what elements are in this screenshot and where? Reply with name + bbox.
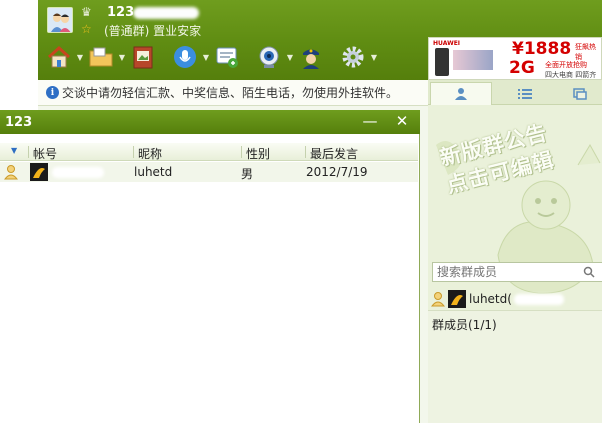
redacted-group-id — [133, 7, 199, 19]
popup-titlebar[interactable]: 123 — ✕ — [0, 110, 420, 134]
person-icon — [455, 88, 467, 100]
column-header-account[interactable]: 帐号 — [33, 145, 57, 161]
ad-line2: 四大电商 四箭齐发 — [545, 71, 597, 79]
webcam-icon[interactable] — [254, 42, 284, 72]
redacted-account — [52, 167, 104, 178]
right-panel: 新版群公告 点击可编辑 群成员(1/1) luhetd( — [428, 80, 602, 423]
column-header-last-speak[interactable]: 最后发言 — [310, 145, 358, 161]
member-avatar — [448, 290, 466, 308]
sort-down-icon[interactable]: ▼ — [11, 146, 17, 155]
list-icon — [518, 88, 532, 99]
column-separator — [28, 146, 29, 158]
police-icon[interactable] — [296, 42, 326, 72]
search-icon[interactable] — [583, 266, 595, 278]
member-list-item[interactable]: luhetd( — [431, 288, 564, 310]
chevron-down-icon[interactable]: ▼ — [116, 42, 128, 72]
tab-more[interactable] — [558, 82, 602, 105]
ad-tag: 狂飙热销 — [575, 43, 596, 61]
chevron-down-icon[interactable]: ▼ — [74, 42, 86, 72]
redacted-member-id — [513, 293, 564, 305]
qq-group-window: ♛ ☆ 123 (普通群) 置业安家 ▼ ▼ ▼ ▼ ▼ HUAWEI ¥188… — [0, 0, 602, 423]
home-icon[interactable] — [44, 42, 74, 72]
star-icon: ☆ — [81, 22, 92, 36]
chevron-down-icon[interactable]: ▼ — [200, 42, 212, 72]
popup-title: 123 — [5, 115, 33, 130]
member-name: luhetd( — [469, 292, 512, 306]
toolbar: ▼ ▼ ▼ ▼ ▼ — [44, 41, 380, 73]
cell-gender: 男 — [241, 167, 254, 181]
ad-line1: 全面开放抢购 — [545, 61, 587, 69]
chevron-down-icon[interactable]: ▼ — [368, 42, 380, 72]
member-search-box[interactable] — [432, 262, 602, 282]
close-button[interactable]: ✕ — [388, 110, 416, 132]
member-avatar — [30, 163, 48, 181]
gear-icon[interactable] — [338, 42, 368, 72]
column-separator — [241, 146, 242, 158]
member-role-icon — [431, 292, 445, 307]
ad-product-image — [453, 50, 493, 70]
member-popup-window: 123 — ✕ ▼ 帐号 昵称 性别 最后发言 luhetd 男 2012/7/… — [0, 110, 420, 423]
member-role-icon — [4, 165, 18, 180]
notice-text: 交谈中请勿轻信汇款、中奖信息、陌生电话，勿使用外挂软件。 — [62, 86, 399, 100]
notice-bar: i 交谈中请勿轻信汇款、中奖信息、陌生电话，勿使用外挂软件。 — [38, 80, 428, 106]
cell-nickname: luhetd — [134, 165, 173, 179]
members-count-title: 群成员(1/1) — [432, 318, 497, 332]
chevron-down-icon[interactable]: ▼ — [284, 42, 296, 72]
ad-badge: 2G — [509, 58, 535, 78]
member-grid-header: ▼ 帐号 昵称 性别 最后发言 — [0, 143, 418, 161]
minimize-button[interactable]: — — [356, 110, 384, 132]
folder-icon[interactable] — [86, 42, 116, 72]
column-header-nickname[interactable]: 昵称 — [138, 145, 162, 161]
group-name[interactable]: 123 — [107, 5, 134, 20]
ad-price: ¥1888 — [512, 39, 572, 59]
column-header-gender[interactable]: 性别 — [246, 145, 270, 161]
ad-phone-image — [435, 48, 449, 76]
crown-icon: ♛ — [81, 5, 92, 19]
ad-logo: HUAWEI — [433, 40, 461, 47]
tab-list[interactable] — [494, 82, 556, 105]
members-header: 群成员(1/1) — [428, 310, 602, 338]
window-edge — [0, 0, 38, 110]
group-type-label: (普通群) 置业安家 — [104, 24, 202, 38]
column-separator — [305, 146, 306, 158]
column-separator — [133, 146, 134, 158]
microphone-icon[interactable] — [170, 42, 200, 72]
window-icon — [573, 87, 587, 100]
tab-members[interactable] — [430, 82, 492, 105]
message-icon[interactable] — [212, 42, 242, 72]
group-avatar[interactable] — [47, 7, 73, 33]
member-search-input[interactable] — [437, 265, 577, 279]
right-panel-tabs — [428, 80, 602, 105]
table-row[interactable]: luhetd 男 2012/7/19 — [0, 162, 418, 182]
cell-last-speak: 2012/7/19 — [306, 165, 368, 179]
ad-banner[interactable]: HUAWEI ¥1888 狂飙热销 2G 全面开放抢购 四大电商 四箭齐发 — [428, 37, 602, 80]
info-icon: i — [46, 86, 59, 99]
photo-album-icon[interactable] — [128, 42, 158, 72]
